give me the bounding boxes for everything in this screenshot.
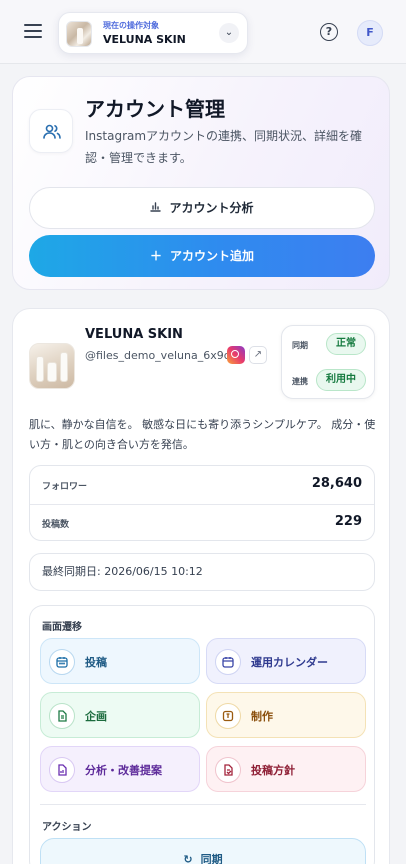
nav-planning-label: 企画 <box>85 710 107 723</box>
calendar-grid-icon <box>49 649 75 675</box>
production-icon <box>215 703 241 729</box>
help-icon[interactable]: ? <box>320 23 338 41</box>
sync-button[interactable]: ↻ 同期 <box>40 838 366 864</box>
posts-label: 投稿数 <box>42 520 70 530</box>
top-bar: 現在の操作対象 VELUNA SKIN ⌄ ? F <box>0 0 406 64</box>
refresh-icon: ↻ <box>183 853 193 864</box>
chevron-down-icon[interactable]: ⌄ <box>219 23 239 43</box>
sync-status-label: 同期 <box>292 341 308 350</box>
switcher-account-name: VELUNA SKIN <box>103 33 186 46</box>
calendar-icon <box>215 649 241 675</box>
status-panel: 同期 正常 連携 利用中 <box>281 325 375 399</box>
user-avatar[interactable]: F <box>357 20 383 46</box>
nav-calendar-label: 運用カレンダー <box>251 656 328 669</box>
nav-production-button[interactable]: 制作 <box>206 692 366 738</box>
users-icon <box>29 109 73 153</box>
sync-status-badge: 正常 <box>326 333 366 355</box>
account-profile-image <box>29 343 75 389</box>
nav-calendar-button[interactable]: 運用カレンダー <box>206 638 366 684</box>
nav-policy-label: 投稿方針 <box>251 764 295 777</box>
navigation-title: 画面遷移 <box>42 622 82 633</box>
account-stats: フォロワー 28,640 投稿数 229 <box>29 465 375 541</box>
add-account-label: アカウント追加 <box>170 249 255 263</box>
page-header-card: アカウント管理 Instagramアカウントの連携、同期状況、詳細を確認・管理で… <box>12 76 390 290</box>
actions-title: アクション <box>42 822 92 833</box>
nav-production-label: 制作 <box>251 710 273 723</box>
page-title: アカウント管理 <box>85 97 225 121</box>
page-description: Instagramアカウントの連携、同期状況、詳細を確認・管理できます。 <box>85 129 363 165</box>
followers-value: 28,640 <box>311 476 362 491</box>
external-link-icon[interactable]: ↗ <box>249 346 267 364</box>
account-bio: 肌に、静かな自信を。 敏感な日にも寄り添うシンプルケア。 成分・使い方・肌との向… <box>29 418 376 451</box>
account-name: VELUNA SKIN <box>85 327 183 342</box>
instagram-icon[interactable] <box>227 346 245 364</box>
section-divider <box>40 804 366 805</box>
posts-value: 229 <box>334 514 362 529</box>
nav-analysis-button[interactable]: 分析・改善提案 <box>40 746 200 792</box>
report-icon <box>49 757 75 783</box>
nav-posts-label: 投稿 <box>85 656 107 669</box>
policy-icon <box>215 757 241 783</box>
account-card: VELUNA SKIN @files_demo_veluna_6x9q ↗ 同期… <box>12 308 390 864</box>
posts-row: 投稿数 229 <box>30 504 374 542</box>
add-account-button[interactable]: ＋ アカウント追加 <box>29 235 375 277</box>
navigation-panel: 画面遷移 投稿 運用カレンダー 企画 制作 分析・改善提案 投稿方針 アクション… <box>29 605 375 864</box>
switcher-caption: 現在の操作対象 <box>103 21 159 30</box>
account-switcher[interactable]: 現在の操作対象 VELUNA SKIN ⌄ <box>58 12 248 54</box>
nav-planning-button[interactable]: 企画 <box>40 692 200 738</box>
link-status-label: 連携 <box>292 377 308 386</box>
sync-button-label: 同期 <box>200 853 223 864</box>
document-icon <box>49 703 75 729</box>
account-thumbnail <box>66 21 92 47</box>
nav-analysis-label: 分析・改善提案 <box>85 764 162 777</box>
plus-icon: ＋ <box>149 249 162 263</box>
hamburger-menu-icon[interactable] <box>24 24 42 40</box>
account-analysis-label: アカウント分析 <box>169 201 254 215</box>
account-analysis-button[interactable]: アカウント分析 <box>29 187 375 229</box>
nav-policy-button[interactable]: 投稿方針 <box>206 746 366 792</box>
link-status-badge: 利用中 <box>316 369 366 391</box>
followers-label: フォロワー <box>42 482 88 492</box>
nav-posts-button[interactable]: 投稿 <box>40 638 200 684</box>
followers-row: フォロワー 28,640 <box>30 466 374 504</box>
last-sync-info: 最終同期日: 2026/06/15 10:12 <box>29 553 375 591</box>
bar-chart-icon <box>150 188 162 228</box>
account-handle: @files_demo_veluna_6x9q <box>85 349 231 362</box>
